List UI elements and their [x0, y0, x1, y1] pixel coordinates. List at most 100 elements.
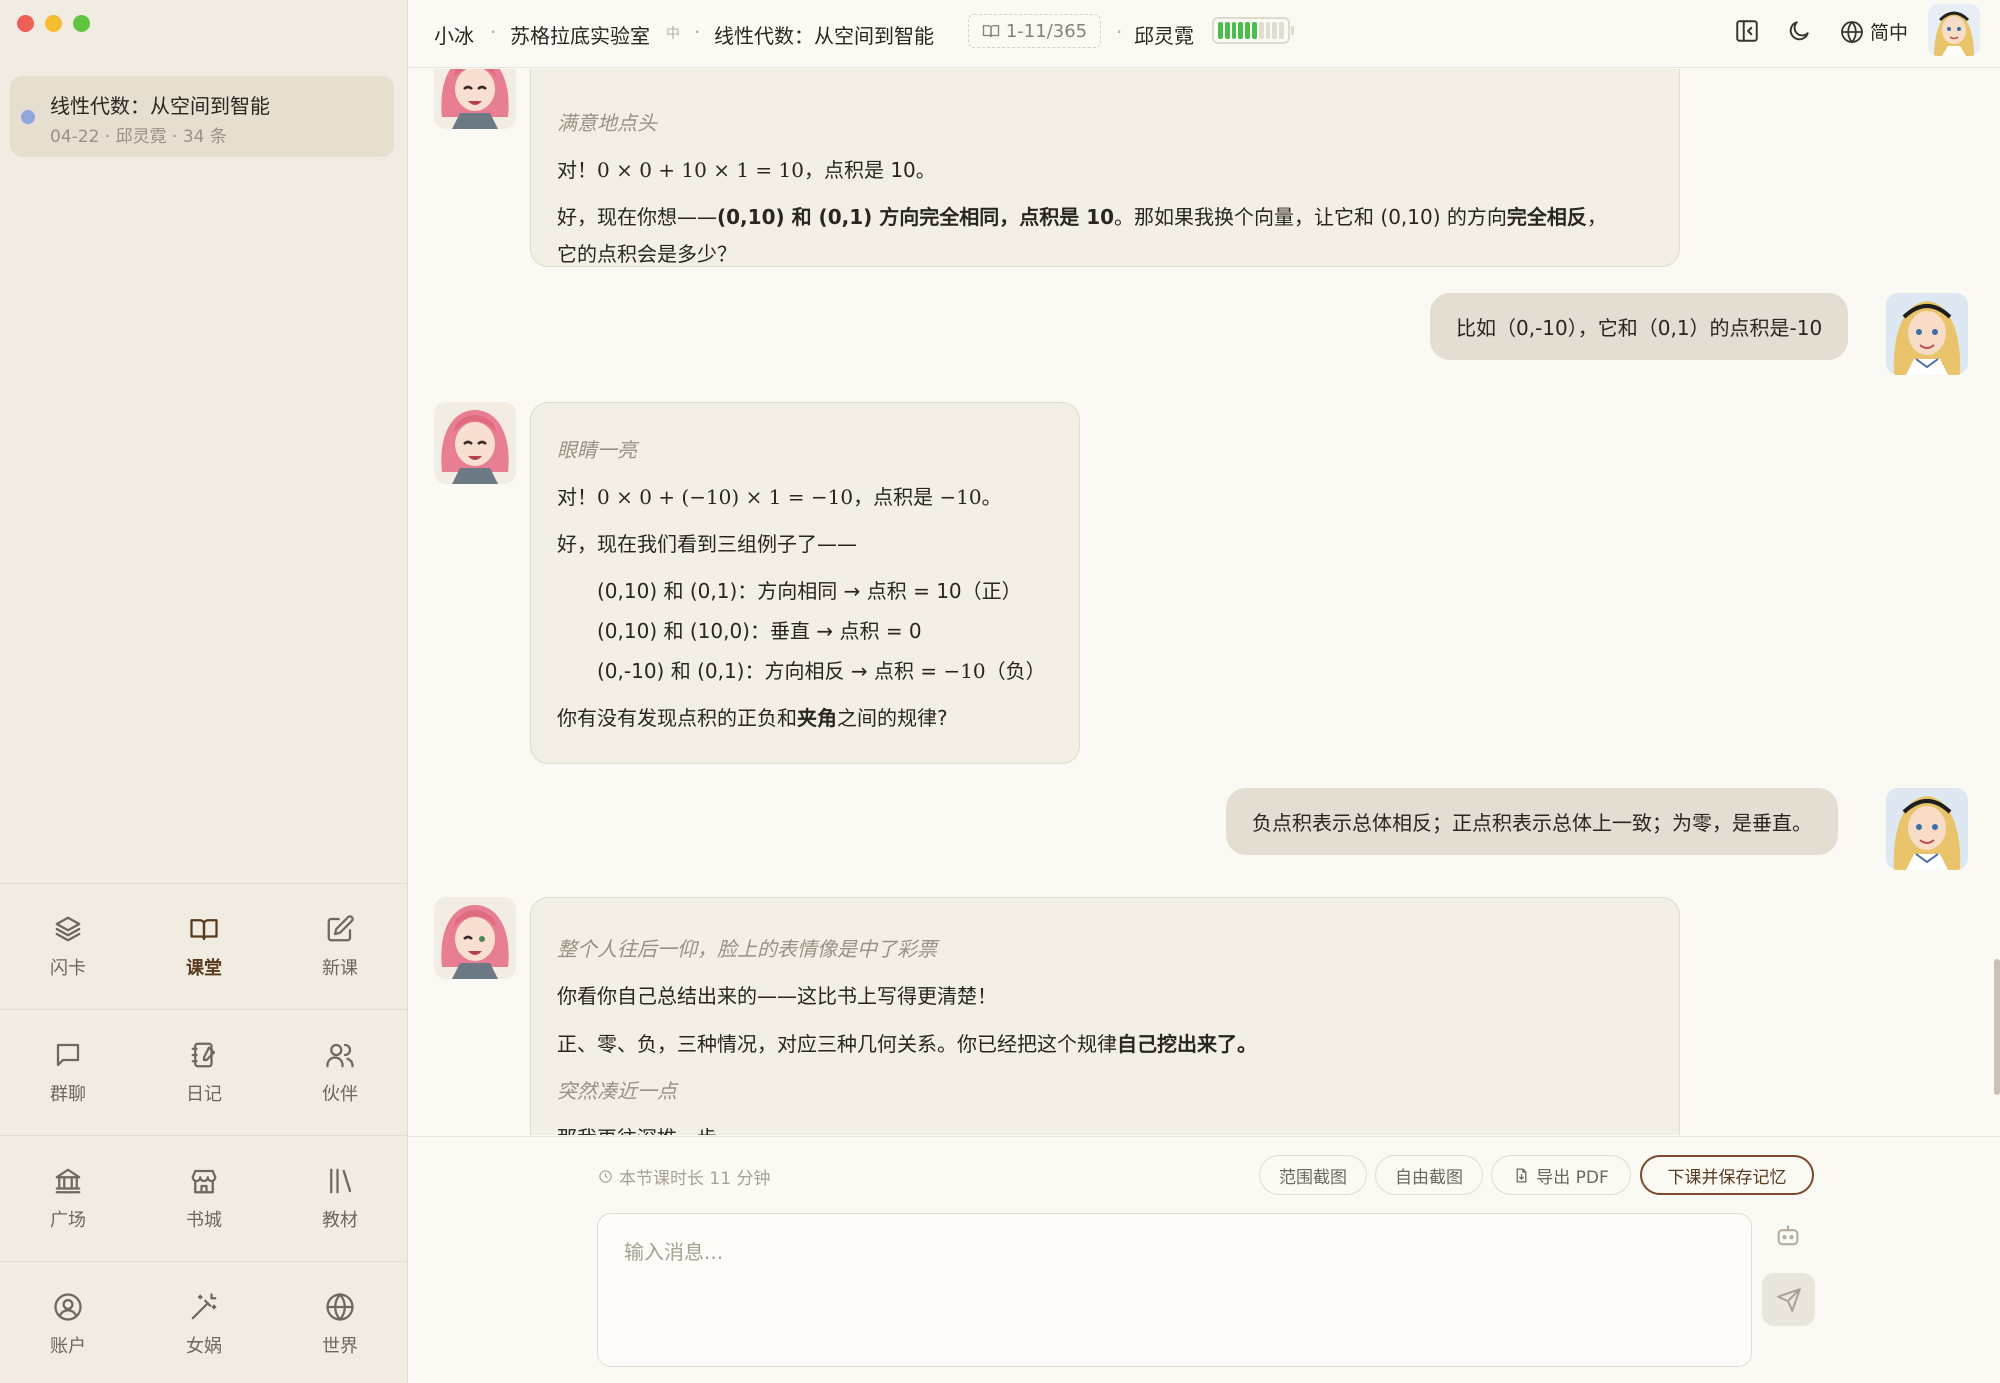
message-line: 你有没有发现点积的正负和夹角之间的规律?	[557, 706, 948, 730]
tutor-message: 满意地点头 对！0 × 0 + 10 × 1 = 10，点积是 10。 好，现在…	[530, 69, 1680, 267]
button-label: 范围截图	[1279, 1167, 1347, 1188]
globe-icon	[1841, 20, 1863, 43]
tutor-avatar	[434, 69, 516, 129]
layers-icon	[55, 916, 81, 942]
message-line: 正、零、负，三种情况，对应三种几何关系。你已经把这个规律自己挖出来了。	[557, 1032, 1257, 1056]
user-message: 负点积表示总体相反；正点积表示总体上一致；为零，是垂直。	[1226, 788, 1838, 855]
nav-world[interactable]: 世界	[272, 1262, 408, 1383]
message-input-box[interactable]	[597, 1213, 1752, 1367]
file-icon	[1516, 1167, 1527, 1183]
nav-account[interactable]: 账户	[0, 1262, 136, 1383]
user-circle-icon	[54, 1293, 82, 1321]
nav-label: 新课	[322, 958, 358, 979]
send-button[interactable]	[1762, 1273, 1815, 1326]
button-label: 下课并保存记忆	[1667, 1167, 1787, 1188]
message-line: 对！0 × 0 + (−10) × 1 = −10，点积是 −10。	[557, 485, 1002, 509]
tutor-avatar	[434, 402, 516, 484]
bot-icon[interactable]	[1774, 1222, 1802, 1250]
store-icon	[191, 1169, 217, 1194]
nav-group-chat[interactable]: 群聊	[0, 1010, 136, 1135]
close-window-button[interactable]	[17, 15, 34, 32]
message-input[interactable]	[598, 1214, 1751, 1366]
library-icon	[330, 1168, 352, 1194]
free-screenshot-button[interactable]: 自由截图	[1375, 1155, 1483, 1195]
user-avatar	[1886, 788, 1968, 870]
nav-label: 日记	[186, 1084, 222, 1105]
book-open-icon	[190, 919, 218, 941]
message-line: 好，现在我们看到三组例子了——	[557, 532, 857, 556]
student-name[interactable]: 邱灵霓	[1134, 20, 1194, 49]
end-class-save-memory-button[interactable]: 下课并保存记忆	[1640, 1155, 1814, 1195]
nav-row: 闪卡 课堂 新课	[0, 883, 408, 1009]
nav-label: 书城	[186, 1210, 222, 1231]
edit-icon	[327, 915, 354, 942]
nav-label: 世界	[322, 1336, 358, 1357]
message-line: 它的点积会是多少？	[557, 242, 737, 266]
tutor-action: 满意地点头	[557, 111, 657, 135]
scrollbar-thumb[interactable]	[1994, 959, 2000, 1095]
language-switcher[interactable]: 简中	[1840, 18, 1908, 45]
send-icon	[1776, 1287, 1801, 1312]
message-line: 对！0 × 0 + 10 × 1 = 10，点积是 10。	[557, 158, 936, 182]
nav-bookstore[interactable]: 书城	[136, 1136, 272, 1261]
user-message-text: 比如（0,-10），它和（0,1）的点积是-10	[1456, 316, 1823, 340]
clock-icon	[599, 1170, 612, 1183]
page-range-badge[interactable]: 1-11/365	[968, 14, 1101, 48]
message-line: 好，现在你想——(0,10) 和 (0,1) 方向完全相同，点积是 10。那如果…	[557, 205, 1607, 229]
conversation-item[interactable]: 线性代数：从空间到智能 04-22 · 邱灵霓 · 34 条	[10, 76, 394, 157]
minimize-window-button[interactable]	[45, 15, 62, 32]
conversation-title: 线性代数：从空间到智能	[50, 94, 270, 118]
nav-label: 课堂	[186, 958, 222, 979]
nav-label: 伙伴	[322, 1084, 358, 1105]
tutor-name[interactable]: 小冰	[434, 20, 474, 49]
nav-diary[interactable]: 日记	[136, 1010, 272, 1135]
example-line: (0,-10) 和 (0,1)：方向相反 → 点积 = −10（负）	[597, 659, 1046, 683]
separator-dot: ·	[490, 20, 497, 44]
example-line: (0,10) 和 (0,1)：方向相同 → 点积 = 10（正）	[597, 579, 1022, 603]
course-title[interactable]: 线性代数：从空间到智能	[714, 20, 934, 49]
zoom-window-button[interactable]	[73, 15, 90, 32]
nav-label: 女娲	[186, 1336, 222, 1357]
notebook-icon	[191, 1042, 216, 1068]
tutor-message: 眼睛一亮 对！0 × 0 + (−10) × 1 = −10，点积是 −10。 …	[530, 402, 1080, 764]
tutor-avatar	[434, 897, 516, 979]
globe-icon	[326, 1293, 354, 1321]
nav-label: 群聊	[50, 1084, 86, 1105]
collapse-panel-icon[interactable]	[1734, 18, 1760, 44]
composer-toolbar: 本节课时长 11 分钟 范围截图 自由截图 导出 PDF 下课并保存记忆	[408, 1136, 2000, 1208]
conversation-meta: 04-22 · 邱灵霓 · 34 条	[50, 127, 227, 147]
user-avatar	[1886, 293, 1968, 375]
dark-mode-icon[interactable]	[1786, 18, 1812, 44]
nav-label: 闪卡	[50, 958, 86, 979]
message-icon	[56, 1043, 80, 1067]
nav-label: 账户	[50, 1336, 86, 1357]
nav-plaza[interactable]: 广场	[0, 1136, 136, 1261]
message-line: 那我再往深推一步	[557, 1122, 717, 1135]
landmark-icon	[55, 1168, 81, 1194]
nav-row: 账户 女娲 世界	[0, 1261, 408, 1383]
nav-nuwa[interactable]: 女娲	[136, 1262, 272, 1383]
nav-new-lesson[interactable]: 新课	[272, 884, 408, 1009]
tutor-action: 突然凑近一点	[557, 1079, 677, 1103]
tutor-message: 整个人往后一仰，脸上的表情像是中了彩票 你看你自己总结出来的——这比书上写得更清…	[530, 897, 1680, 1135]
export-pdf-button[interactable]: 导出 PDF	[1491, 1155, 1631, 1195]
nav-partners[interactable]: 伙伴	[272, 1010, 408, 1135]
separator-dot: ·	[694, 20, 701, 44]
example-line: (0,10) 和 (10,0)：垂直 → 点积 = 0	[597, 619, 922, 643]
top-bar: 小冰 · 苏格拉底实验室 中 · 线性代数：从空间到智能 1-11/365 · …	[408, 0, 2000, 68]
nav-textbooks[interactable]: 教材	[272, 1136, 408, 1261]
tutor-action: 整个人往后一仰，脸上的表情像是中了彩票	[557, 937, 937, 961]
sidebar-nav: 闪卡 课堂 新课 群聊 日记 伙伴 广场 书城 教材 账户 女娲 世界	[0, 883, 408, 1383]
session-timer: 本节课时长 11 分钟	[598, 1164, 770, 1189]
lab-name[interactable]: 苏格拉底实验室	[510, 20, 650, 49]
chat-transcript[interactable]: 满意地点头 对！0 × 0 + 10 × 1 = 10，点积是 10。 好，现在…	[408, 69, 2000, 1135]
nav-flashcards[interactable]: 闪卡	[0, 884, 136, 1009]
nav-label: 教材	[322, 1210, 358, 1231]
user-message-text: 负点积表示总体相反；正点积表示总体上一致；为零，是垂直。	[1252, 811, 1812, 835]
user-avatar[interactable]	[1928, 4, 1980, 56]
session-timer-text: 本节课时长 11 分钟	[619, 1169, 771, 1189]
nav-classroom[interactable]: 课堂	[136, 884, 272, 1009]
language-label: 简中	[1870, 22, 1909, 44]
lab-tag: 中	[666, 26, 680, 42]
range-screenshot-button[interactable]: 范围截图	[1259, 1155, 1367, 1195]
